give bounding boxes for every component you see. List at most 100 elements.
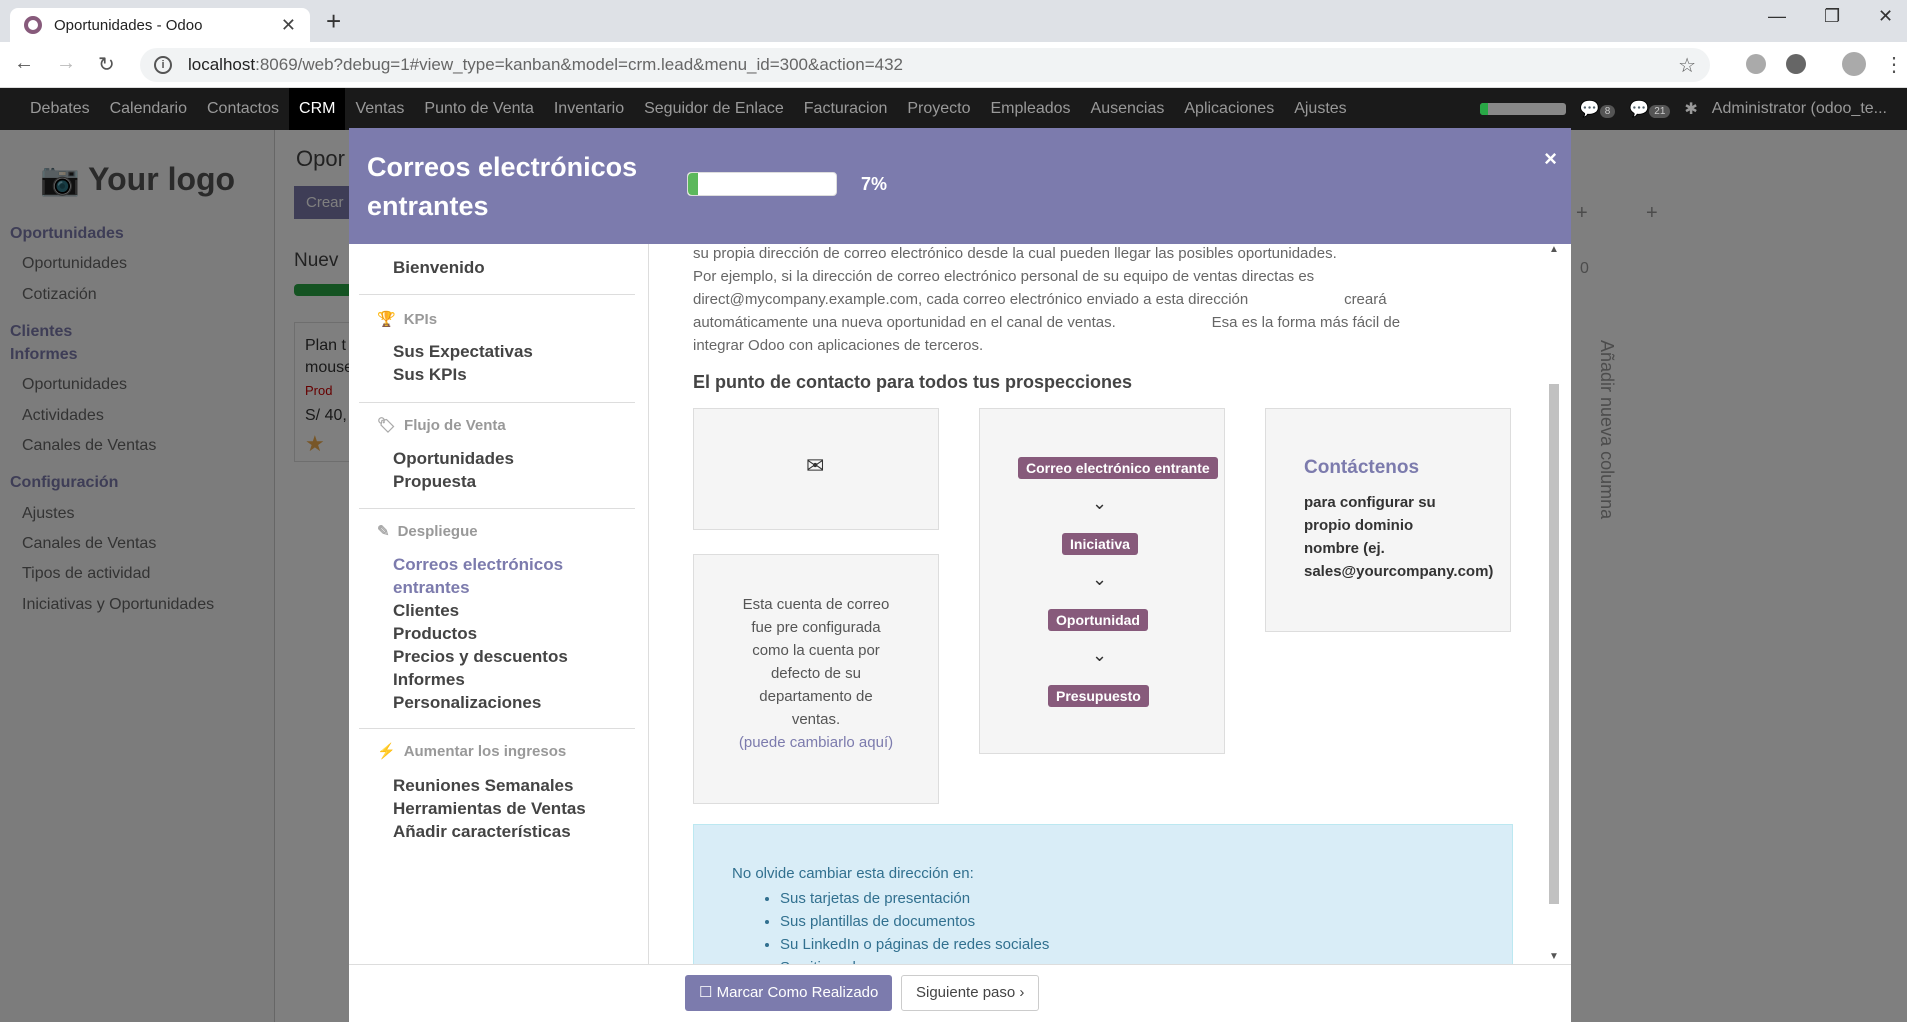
nav-kpis[interactable]: Sus KPIs xyxy=(393,365,467,385)
minimize-icon[interactable]: — xyxy=(1768,6,1786,27)
extension-icon[interactable] xyxy=(1746,54,1766,74)
menu-ausencias[interactable]: Ausencias xyxy=(1081,88,1175,130)
browser-tabbar: Oportunidades - Odoo ✕ + — ❐ ✕ xyxy=(0,0,1907,42)
menu-facturacion[interactable]: Facturacion xyxy=(794,88,898,130)
menu-contactos[interactable]: Contactos xyxy=(197,88,289,130)
tab-title: Oportunidades - Odoo xyxy=(54,16,203,34)
menu-aplicaciones[interactable]: Aplicaciones xyxy=(1174,88,1284,130)
user-menu[interactable]: Administrator (odoo_te... xyxy=(1712,100,1887,118)
url-path: :8069/web?debug=1#view_type=kanban&model… xyxy=(255,55,904,74)
mark-done-button[interactable]: ☐ Marcar Como Realizado xyxy=(685,975,893,1011)
nav-section-kpis: 🏆 KPIs xyxy=(377,310,437,329)
nav-caracteristicas[interactable]: Añadir características xyxy=(393,822,571,842)
para-line: integrar Odoo con aplicaciones de tercer… xyxy=(693,337,984,354)
nav-herramientas[interactable]: Herramientas de Ventas xyxy=(393,799,586,819)
scroll-up-icon[interactable]: ▲ xyxy=(1549,244,1559,255)
change-account-link[interactable]: (puede cambiarlo aquí) xyxy=(694,731,938,754)
bookmark-star-icon[interactable]: ☆ xyxy=(1678,53,1696,78)
restore-icon[interactable]: ❐ xyxy=(1824,6,1840,27)
bolt-icon: ⚡ xyxy=(377,743,396,760)
envelope-icon: ✉ xyxy=(806,453,825,478)
tab-close-icon[interactable]: ✕ xyxy=(281,15,296,36)
nav-reuniones[interactable]: Reuniones Semanales xyxy=(393,776,573,796)
extension-icon[interactable] xyxy=(1786,54,1806,74)
menu-dots-icon[interactable]: ⋮ xyxy=(1884,52,1904,77)
menu-seguidor-de-enlace[interactable]: Seguidor de Enlace xyxy=(634,88,794,130)
contact-box: Contáctenos para configurar su propio do… xyxy=(1265,408,1511,632)
envelope-box: ✉ xyxy=(693,408,939,530)
profile-avatar-icon[interactable] xyxy=(1842,52,1866,76)
debug-bug-icon[interactable]: ✱ xyxy=(1684,99,1697,119)
chevron-down-icon: ⌄ xyxy=(1092,569,1108,589)
browser-tab[interactable]: Oportunidades - Odoo ✕ xyxy=(10,8,310,42)
info-icon[interactable]: i xyxy=(154,56,172,74)
account-line: defecto de su xyxy=(770,665,862,682)
scroll-down-icon[interactable]: ▼ xyxy=(1549,951,1559,962)
nav-separator xyxy=(648,244,649,964)
contact-title[interactable]: Contáctenos xyxy=(1304,457,1419,479)
content-scrollbar[interactable]: ▲ ▼ xyxy=(1545,244,1563,962)
list-item: Sus tarjetas de presentación xyxy=(780,887,1049,910)
chevron-down-icon: ⌄ xyxy=(1092,493,1108,513)
menu-empleados[interactable]: Empleados xyxy=(981,88,1081,130)
section-label: Aumentar los ingresos xyxy=(403,742,567,760)
modal-close-icon[interactable]: × xyxy=(1544,146,1557,172)
nav-propuesta[interactable]: Propuesta xyxy=(393,472,476,492)
account-line: ventas. xyxy=(791,711,841,728)
nav-informes[interactable]: Informes xyxy=(393,670,465,690)
activity-badge: 21 xyxy=(1649,105,1671,118)
nav-precios[interactable]: Precios y descuentos xyxy=(393,647,568,667)
nav-productos[interactable]: Productos xyxy=(393,624,477,644)
nav-correos-entrantes[interactable]: entrantes xyxy=(393,578,470,598)
menu-ventas[interactable]: Ventas xyxy=(345,88,414,130)
reminder-list: Sus tarjetas de presentación Sus plantil… xyxy=(780,887,1049,964)
window-close-icon[interactable]: ✕ xyxy=(1878,6,1893,27)
reload-icon[interactable]: ↻ xyxy=(98,52,115,77)
nav-section-despliegue: ✎ Despliegue xyxy=(377,522,478,541)
account-text: Esta cuenta de correo fue pre configurad… xyxy=(694,593,938,754)
planner-content: su propia dirección de correo electrónic… xyxy=(681,244,1531,964)
list-item: Su sitio web xyxy=(780,956,1049,964)
account-line: departamento de xyxy=(759,688,873,705)
modal-header: Correos electrónicos entrantes 7% × xyxy=(349,128,1571,244)
chat-icon[interactable]: 💬 8 xyxy=(1580,99,1616,119)
nav-bienvenido[interactable]: Bienvenido xyxy=(393,258,485,278)
contact-line: nombre (ej. xyxy=(1304,540,1385,557)
forward-icon[interactable]: → xyxy=(56,52,76,75)
modal-progress-bar xyxy=(687,172,837,196)
menu-proyecto[interactable]: Proyecto xyxy=(897,88,980,130)
nav-correos-entrantes[interactable]: Correos electrónicos xyxy=(393,555,563,575)
menu-calendario[interactable]: Calendario xyxy=(100,88,197,130)
nav-oportunidades[interactable]: Oportunidades xyxy=(393,449,514,469)
menu-punto-de-venta[interactable]: Punto de Venta xyxy=(414,88,543,130)
activity-icon[interactable]: 💬 21 xyxy=(1629,99,1671,119)
next-step-button[interactable]: Siguiente paso › xyxy=(901,975,1040,1011)
nav-expectativas[interactable]: Sus Expectativas xyxy=(393,342,533,362)
chevron-right-icon: › xyxy=(1019,984,1025,1001)
para-line: direct@mycompany.example.com, cada corre… xyxy=(693,291,1387,308)
section-label: Despliegue xyxy=(397,522,478,540)
mark-done-label: Marcar Como Realizado xyxy=(716,984,879,1001)
account-line: fue pre configurada xyxy=(751,619,881,636)
modal-footer: ☐ Marcar Como Realizado Siguiente paso › xyxy=(349,964,1571,1022)
new-tab-icon[interactable]: + xyxy=(326,6,341,37)
nav-clientes[interactable]: Clientes xyxy=(393,601,459,621)
list-item: Su LinkedIn o páginas de redes sociales xyxy=(780,933,1049,956)
menu-crm[interactable]: CRM xyxy=(289,88,346,130)
progress-fill xyxy=(688,173,699,195)
url-field[interactable]: i localhost :8069/web?debug=1#view_type=… xyxy=(140,48,1710,82)
account-line: como la cuenta por xyxy=(752,642,880,659)
menu-ajustes[interactable]: Ajustes xyxy=(1284,88,1356,130)
scrollbar-thumb[interactable] xyxy=(1549,384,1559,904)
odoo-favicon-icon xyxy=(24,16,42,34)
onboarding-progress[interactable] xyxy=(1479,103,1566,115)
menu-inventario[interactable]: Inventario xyxy=(544,88,634,130)
nav-personalizaciones[interactable]: Personalizaciones xyxy=(393,693,541,713)
menu-debates[interactable]: Debates xyxy=(20,88,100,130)
tag-icon: 🏷 xyxy=(377,417,397,434)
para-line: su propia dirección de correo electrónic… xyxy=(693,245,1337,262)
flow-box: Correo electrónico entrante ⌄ Iniciativa… xyxy=(979,408,1225,754)
back-icon[interactable]: ← xyxy=(14,52,34,75)
divider xyxy=(359,402,635,403)
nav-section-flujo: 🏷 Flujo de Venta xyxy=(377,416,506,435)
